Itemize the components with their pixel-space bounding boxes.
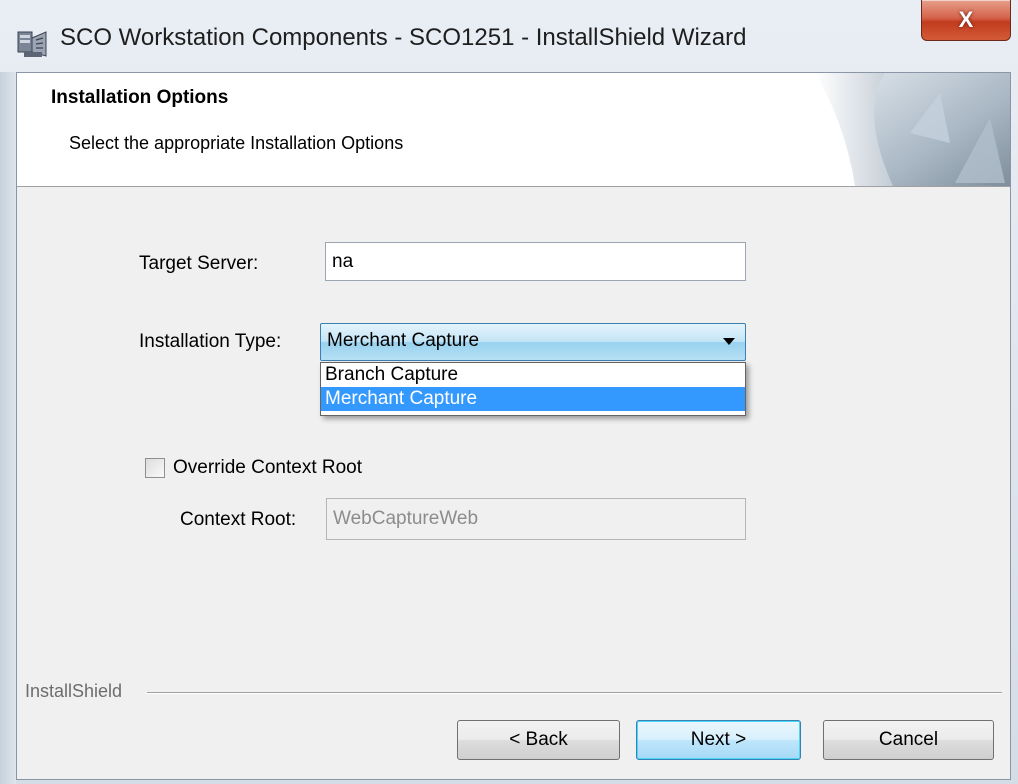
target-server-label: Target Server:	[139, 253, 259, 274]
next-button[interactable]: Next >	[636, 720, 801, 760]
dropdown-option-merchant-capture[interactable]: Merchant Capture	[321, 387, 745, 411]
dropdown-option-branch-capture[interactable]: Branch Capture	[321, 363, 745, 387]
page-curl-graphic	[815, 73, 1010, 186]
override-context-root-checkbox[interactable]	[145, 458, 165, 478]
window-title: SCO Workstation Components - SCO1251 - I…	[60, 24, 747, 51]
context-root-input	[326, 498, 746, 540]
close-icon: X	[958, 7, 974, 32]
window-frame: SCO Workstation Components - SCO1251 - I…	[0, 0, 1018, 784]
wizard-body: Installation Options Select the appropri…	[16, 72, 1011, 780]
override-context-root-label[interactable]: Override Context Root	[173, 457, 362, 479]
installer-icon	[17, 31, 47, 57]
installshield-brand-label: InstallShield	[25, 681, 123, 701]
cancel-button[interactable]: Cancel	[823, 720, 994, 760]
page-subtitle: Select the appropriate Installation Opti…	[69, 133, 404, 153]
window-left-edge	[0, 72, 16, 784]
footer-divider	[147, 692, 1002, 694]
installation-type-dropdown-list: Branch Capture Merchant Capture	[320, 362, 746, 416]
close-button[interactable]: X	[921, 0, 1011, 41]
chevron-down-icon[interactable]	[723, 338, 735, 345]
context-root-label: Context Root:	[180, 509, 297, 530]
back-button[interactable]: < Back	[457, 720, 620, 760]
target-server-input[interactable]	[325, 242, 746, 281]
installation-type-selected-value: Merchant Capture	[327, 330, 480, 351]
header-banner: Installation Options Select the appropri…	[17, 73, 1010, 187]
page-title: Installation Options	[51, 87, 229, 108]
installation-type-select[interactable]: Merchant Capture	[320, 323, 746, 361]
title-bar[interactable]: SCO Workstation Components - SCO1251 - I…	[0, 0, 1018, 72]
installation-type-label: Installation Type:	[139, 331, 282, 352]
